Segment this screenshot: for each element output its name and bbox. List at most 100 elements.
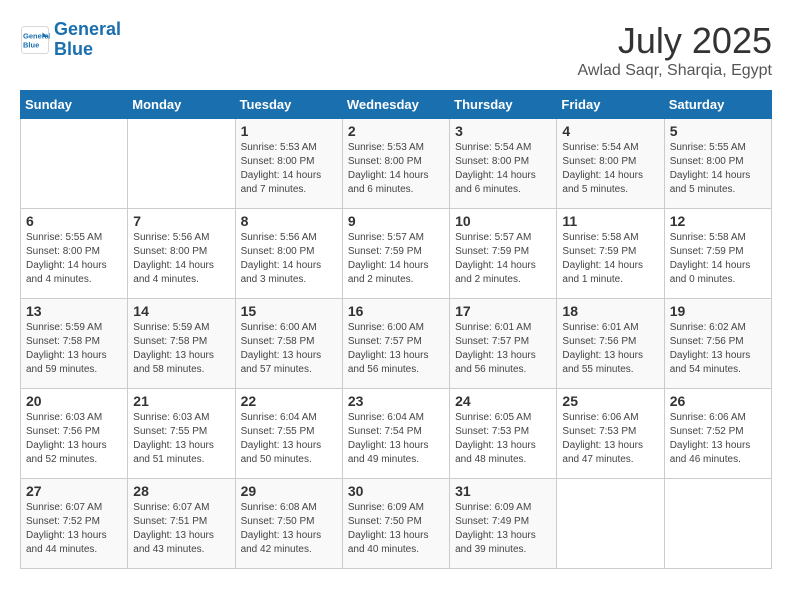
weekday-header-saturday: Saturday: [664, 91, 771, 119]
day-number: 11: [562, 213, 658, 229]
day-info: Sunrise: 6:08 AM Sunset: 7:50 PM Dayligh…: [241, 501, 337, 557]
day-info: Sunrise: 6:02 AM Sunset: 7:56 PM Dayligh…: [670, 321, 766, 377]
day-info: Sunrise: 6:09 AM Sunset: 7:50 PM Dayligh…: [348, 501, 444, 557]
calendar-cell: 30 Sunrise: 6:09 AM Sunset: 7:50 PM Dayli…: [342, 479, 449, 569]
day-number: 17: [455, 303, 551, 319]
day-info: Sunrise: 6:03 AM Sunset: 7:56 PM Dayligh…: [26, 411, 122, 467]
calendar-cell: [21, 119, 128, 209]
title-block: July 2025 Awlad Saqr, Sharqia, Egypt: [578, 20, 773, 80]
calendar-week-5: 27 Sunrise: 6:07 AM Sunset: 7:52 PM Dayli…: [21, 479, 772, 569]
weekday-header-wednesday: Wednesday: [342, 91, 449, 119]
logo: General Blue GeneralBlue: [20, 20, 121, 60]
calendar-cell: 28 Sunrise: 6:07 AM Sunset: 7:51 PM Dayli…: [128, 479, 235, 569]
calendar-cell: 7 Sunrise: 5:56 AM Sunset: 8:00 PM Daylig…: [128, 209, 235, 299]
calendar-table: SundayMondayTuesdayWednesdayThursdayFrid…: [20, 90, 772, 569]
calendar-cell: [128, 119, 235, 209]
day-number: 8: [241, 213, 337, 229]
day-info: Sunrise: 6:07 AM Sunset: 7:51 PM Dayligh…: [133, 501, 229, 557]
calendar-cell: 12Sunrise: 5:58 AM Sunset: 7:59 PM Dayli…: [664, 209, 771, 299]
day-number: 31: [455, 483, 551, 499]
svg-text:Blue: Blue: [23, 40, 39, 49]
day-number: 30: [348, 483, 444, 499]
calendar-cell: 22Sunrise: 6:04 AM Sunset: 7:55 PM Dayli…: [235, 389, 342, 479]
day-number: 6: [26, 213, 122, 229]
day-number: 25: [562, 393, 658, 409]
day-number: 18: [562, 303, 658, 319]
calendar-cell: 5 Sunrise: 5:55 AM Sunset: 8:00 PM Daylig…: [664, 119, 771, 209]
day-info: Sunrise: 5:54 AM Sunset: 8:00 PM Dayligh…: [562, 141, 658, 197]
day-info: Sunrise: 6:07 AM Sunset: 7:52 PM Dayligh…: [26, 501, 122, 557]
calendar-cell: 14 Sunrise: 5:59 AM Sunset: 7:58 PM Dayli…: [128, 299, 235, 389]
day-info: Sunrise: 5:59 AM Sunset: 7:58 PM Dayligh…: [26, 321, 122, 377]
day-info: Sunrise: 6:01 AM Sunset: 7:57 PM Dayligh…: [455, 321, 551, 377]
calendar-cell: 27 Sunrise: 6:07 AM Sunset: 7:52 PM Dayli…: [21, 479, 128, 569]
calendar-cell: 1 Sunrise: 5:53 AM Sunset: 8:00 PM Daylig…: [235, 119, 342, 209]
day-number: 1: [241, 123, 337, 139]
day-number: 12: [670, 213, 766, 229]
calendar-cell: 20 Sunrise: 6:03 AM Sunset: 7:56 PM Dayli…: [21, 389, 128, 479]
calendar-cell: 13Sunrise: 5:59 AM Sunset: 7:58 PM Dayli…: [21, 299, 128, 389]
calendar-cell: 2Sunrise: 5:53 AM Sunset: 8:00 PM Daylig…: [342, 119, 449, 209]
day-number: 3: [455, 123, 551, 139]
day-info: Sunrise: 5:57 AM Sunset: 7:59 PM Dayligh…: [348, 231, 444, 287]
calendar-week-4: 20 Sunrise: 6:03 AM Sunset: 7:56 PM Dayli…: [21, 389, 772, 479]
day-info: Sunrise: 6:00 AM Sunset: 7:57 PM Dayligh…: [348, 321, 444, 377]
day-info: Sunrise: 5:59 AM Sunset: 7:58 PM Dayligh…: [133, 321, 229, 377]
weekday-header-row: SundayMondayTuesdayWednesdayThursdayFrid…: [21, 91, 772, 119]
calendar-week-1: 1 Sunrise: 5:53 AM Sunset: 8:00 PM Daylig…: [21, 119, 772, 209]
weekday-header-thursday: Thursday: [450, 91, 557, 119]
day-info: Sunrise: 5:53 AM Sunset: 8:00 PM Dayligh…: [348, 141, 444, 197]
calendar-cell: [557, 479, 664, 569]
day-info: Sunrise: 5:54 AM Sunset: 8:00 PM Dayligh…: [455, 141, 551, 197]
calendar-cell: 3 Sunrise: 5:54 AM Sunset: 8:00 PM Daylig…: [450, 119, 557, 209]
day-number: 24: [455, 393, 551, 409]
calendar-week-2: 6 Sunrise: 5:55 AM Sunset: 8:00 PM Daylig…: [21, 209, 772, 299]
day-info: Sunrise: 6:03 AM Sunset: 7:55 PM Dayligh…: [133, 411, 229, 467]
page-header: General Blue GeneralBlue July 2025 Awlad…: [20, 20, 772, 80]
day-info: Sunrise: 5:55 AM Sunset: 8:00 PM Dayligh…: [670, 141, 766, 197]
day-info: Sunrise: 6:06 AM Sunset: 7:52 PM Dayligh…: [670, 411, 766, 467]
day-info: Sunrise: 6:01 AM Sunset: 7:56 PM Dayligh…: [562, 321, 658, 377]
calendar-cell: 24 Sunrise: 6:05 AM Sunset: 7:53 PM Dayli…: [450, 389, 557, 479]
day-number: 9: [348, 213, 444, 229]
calendar-cell: 9 Sunrise: 5:57 AM Sunset: 7:59 PM Daylig…: [342, 209, 449, 299]
weekday-header-sunday: Sunday: [21, 91, 128, 119]
day-number: 20: [26, 393, 122, 409]
day-info: Sunrise: 5:57 AM Sunset: 7:59 PM Dayligh…: [455, 231, 551, 287]
day-info: Sunrise: 6:09 AM Sunset: 7:49 PM Dayligh…: [455, 501, 551, 557]
day-number: 14: [133, 303, 229, 319]
day-number: 5: [670, 123, 766, 139]
calendar-cell: 11Sunrise: 5:58 AM Sunset: 7:59 PM Dayli…: [557, 209, 664, 299]
weekday-header-monday: Monday: [128, 91, 235, 119]
calendar-cell: 15Sunrise: 6:00 AM Sunset: 7:58 PM Dayli…: [235, 299, 342, 389]
weekday-header-friday: Friday: [557, 91, 664, 119]
calendar-cell: 23Sunrise: 6:04 AM Sunset: 7:54 PM Dayli…: [342, 389, 449, 479]
calendar-cell: 26 Sunrise: 6:06 AM Sunset: 7:52 PM Dayli…: [664, 389, 771, 479]
day-number: 16: [348, 303, 444, 319]
day-info: Sunrise: 6:06 AM Sunset: 7:53 PM Dayligh…: [562, 411, 658, 467]
day-info: Sunrise: 5:53 AM Sunset: 8:00 PM Dayligh…: [241, 141, 337, 197]
day-number: 28: [133, 483, 229, 499]
calendar-cell: 4 Sunrise: 5:54 AM Sunset: 8:00 PM Daylig…: [557, 119, 664, 209]
day-number: 29: [241, 483, 337, 499]
logo-icon: General Blue: [20, 25, 50, 55]
calendar-cell: 25 Sunrise: 6:06 AM Sunset: 7:53 PM Dayli…: [557, 389, 664, 479]
day-number: 26: [670, 393, 766, 409]
day-number: 7: [133, 213, 229, 229]
calendar-cell: 18 Sunrise: 6:01 AM Sunset: 7:56 PM Dayli…: [557, 299, 664, 389]
calendar-week-3: 13Sunrise: 5:59 AM Sunset: 7:58 PM Dayli…: [21, 299, 772, 389]
calendar-cell: 31 Sunrise: 6:09 AM Sunset: 7:49 PM Dayli…: [450, 479, 557, 569]
day-info: Sunrise: 6:04 AM Sunset: 7:55 PM Dayligh…: [241, 411, 337, 467]
day-number: 10: [455, 213, 551, 229]
weekday-header-tuesday: Tuesday: [235, 91, 342, 119]
day-number: 4: [562, 123, 658, 139]
day-number: 27: [26, 483, 122, 499]
location-subtitle: Awlad Saqr, Sharqia, Egypt: [578, 62, 773, 80]
day-info: Sunrise: 5:56 AM Sunset: 8:00 PM Dayligh…: [133, 231, 229, 287]
day-number: 21: [133, 393, 229, 409]
day-info: Sunrise: 6:00 AM Sunset: 7:58 PM Dayligh…: [241, 321, 337, 377]
logo-text: GeneralBlue: [54, 20, 121, 60]
day-number: 19: [670, 303, 766, 319]
day-info: Sunrise: 5:55 AM Sunset: 8:00 PM Dayligh…: [26, 231, 122, 287]
day-info: Sunrise: 6:05 AM Sunset: 7:53 PM Dayligh…: [455, 411, 551, 467]
